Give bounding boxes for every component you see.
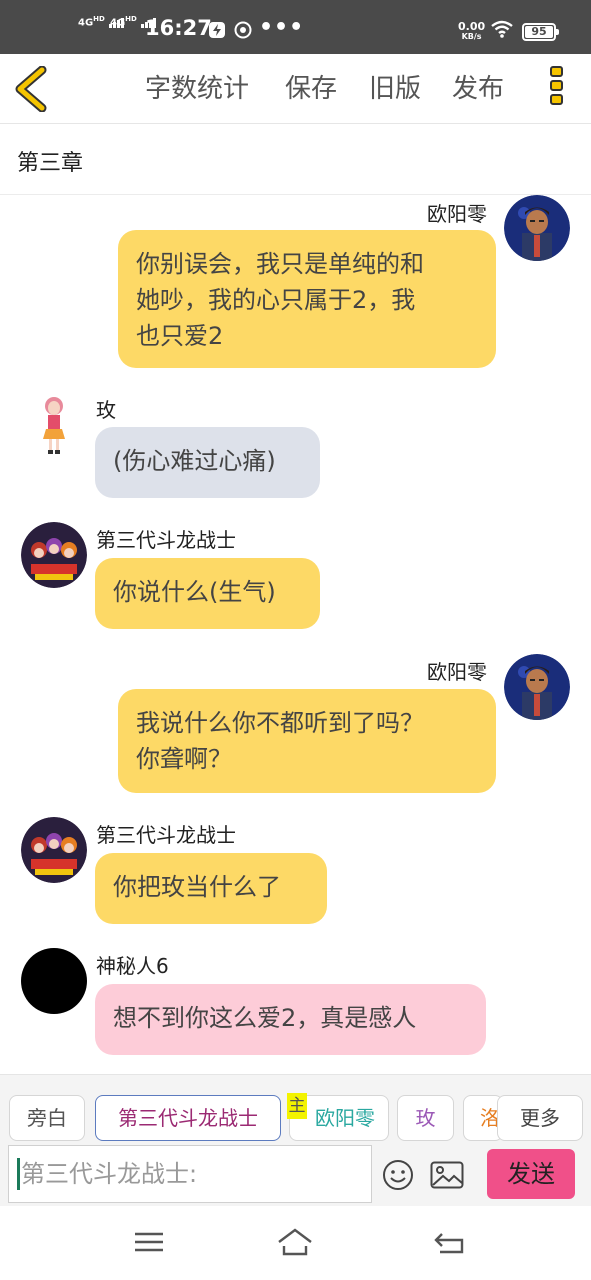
send-button[interactable]: 发送 [487,1149,575,1199]
avatar-dragon-warrior-icon[interactable] [21,817,87,883]
role-chip-dragon-warrior[interactable]: 第三代斗龙战士 [95,1095,281,1141]
publish-button[interactable]: 发布 [452,72,504,106]
role-chip-narration[interactable]: 旁白 [9,1095,85,1141]
back-nav-icon[interactable] [432,1226,468,1258]
network-speed: 0.00 KB/s [458,20,486,41]
status-bar: 4GHD 4GHD 16:27 ••• 0.00 KB/s 95 [0,0,591,54]
sender-name: 神秘人6 [96,954,169,978]
chapter-title-bar[interactable]: 第三章 [0,125,591,195]
avatar-ouyang-icon[interactable] [504,654,570,720]
avatar-mei-icon[interactable] [21,392,87,458]
sync-icon [234,21,252,39]
role-selector-bar: 旁白 第三代斗龙战士 欧阳零 主 玫 洛 更多 发送 [0,1074,591,1206]
sender-name: 欧阳零 [427,660,487,684]
sender-name: 欧阳零 [427,202,487,226]
avatar-dragon-warrior-icon[interactable] [21,522,87,588]
sender-name: 第三代斗龙战士 [96,823,236,847]
message-input[interactable] [21,1154,361,1194]
role-chip-mei[interactable]: 玫 [397,1095,454,1141]
more-notifications-icon: ••• [259,15,305,40]
system-nav-bar [0,1206,591,1280]
avatar-mystery-icon[interactable] [21,948,87,1014]
message-input-box[interactable] [8,1145,372,1203]
sender-name: 玫 [96,398,116,422]
message-bubble[interactable]: 你说什么(生气) [95,558,320,629]
more-roles-button[interactable]: 更多 [497,1095,583,1141]
chapter-title: 第三章 [17,151,84,176]
wifi-icon [491,20,513,38]
image-icon[interactable] [430,1161,464,1189]
avatar-ouyang-icon[interactable] [504,195,570,261]
flash-icon [209,22,225,38]
menu-lines-icon[interactable] [131,1226,167,1258]
message-bubble[interactable]: 想不到你这么爱2，真是感人 [95,984,486,1055]
main-role-badge: 主 [287,1093,307,1119]
home-icon[interactable] [277,1226,313,1258]
message-bubble[interactable]: 你别误会，我只是单纯的和 她吵，我的心只属于2，我 也只爱2 [118,230,496,368]
save-button[interactable]: 保存 [285,72,337,106]
back-button[interactable] [12,66,52,112]
text-cursor [17,1158,20,1190]
word-count-button[interactable]: 字数统计 [145,72,249,106]
clock: 16:27 [145,16,212,40]
menu-icon[interactable] [550,66,568,112]
old-version-button[interactable]: 旧版 [369,72,421,106]
sender-name: 第三代斗龙战士 [96,528,236,552]
message-bubble[interactable]: (伤心难过心痛) [95,427,320,498]
message-bubble[interactable]: 我说什么你不都听到了吗？ 你聋啊？ [118,689,496,793]
message-bubble[interactable]: 你把玫当什么了 [95,853,327,924]
battery-icon: 95 [522,23,559,41]
editor-toolbar: 字数统计 保存 旧版 发布 [0,54,591,124]
emoji-icon[interactable] [382,1159,414,1191]
